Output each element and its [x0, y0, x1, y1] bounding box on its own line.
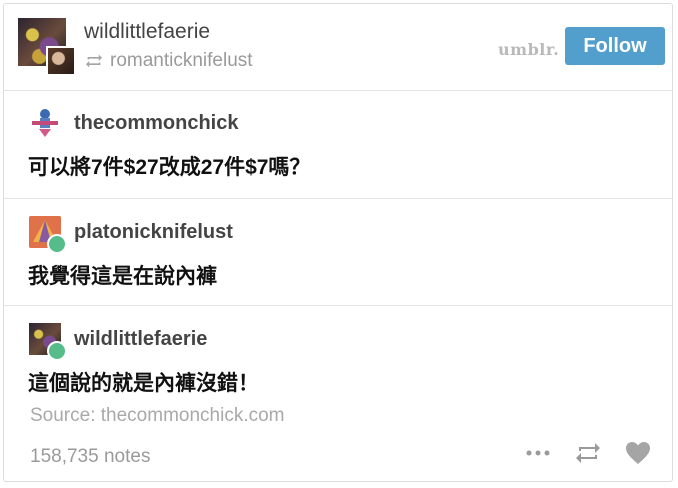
post-text: 這個說的就是內褲沒錯！ [28, 372, 259, 395]
reblog-entry: thecommonchick 可以將7件$27改成27件$7嗎？ [4, 91, 672, 199]
post-text: 我覺得這是在說內褲 [28, 265, 217, 288]
more-button[interactable] [524, 439, 552, 467]
online-status-dot [47, 234, 67, 254]
online-status-dot [47, 341, 67, 361]
reblog-icon [86, 54, 102, 68]
reblogged-from-name[interactable]: romanticknifelust [110, 50, 253, 72]
reblog-entry: wildlittlefaerie 這個說的就是內褲沒錯！ Source: the… [4, 307, 672, 483]
blog-name[interactable]: wildlittlefaerie [84, 20, 210, 44]
reblogged-from[interactable]: romanticknifelust [84, 50, 253, 72]
post-card: wildlittlefaerie romanticknifelust umblr… [3, 3, 673, 482]
reblog-source-avatar[interactable] [46, 46, 76, 76]
username[interactable]: thecommonchick [74, 112, 238, 135]
reblog-entry: platonicknifelust 我覺得這是在說內褲 [4, 200, 672, 306]
post-actions [524, 439, 652, 467]
source-link[interactable]: Source: thecommonchick.com [30, 405, 285, 427]
username[interactable]: wildlittlefaerie [74, 328, 207, 351]
more-icon [526, 450, 550, 456]
follow-button[interactable]: Follow [565, 27, 665, 65]
post-header: wildlittlefaerie romanticknifelust umblr… [4, 4, 672, 91]
notes-count[interactable]: 158,735 notes [30, 446, 150, 468]
post-text: 可以將7件$27改成27件$7嗎？ [28, 156, 311, 179]
chick-avatar-icon [29, 107, 61, 139]
avatar[interactable] [29, 323, 67, 361]
avatar[interactable] [29, 107, 61, 139]
username[interactable]: platonicknifelust [74, 221, 233, 244]
avatar-stack[interactable] [18, 18, 76, 76]
reblog-button[interactable] [574, 439, 602, 467]
avatar[interactable] [29, 216, 67, 254]
like-button[interactable] [624, 439, 652, 467]
like-icon [626, 442, 650, 464]
reblog-icon [576, 443, 600, 463]
tumblr-logo: umblr. [498, 40, 560, 59]
